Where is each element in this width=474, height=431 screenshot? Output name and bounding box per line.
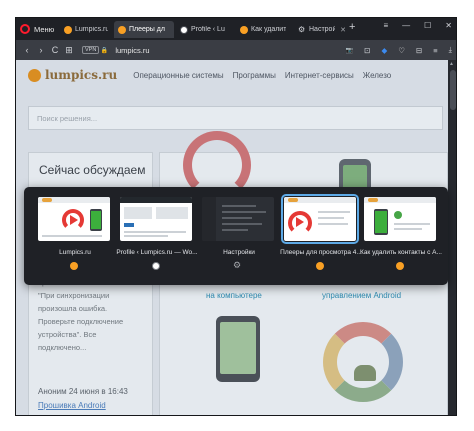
google-android-logo-image — [323, 322, 403, 402]
tab-title: Profile ‹ Lu — [191, 26, 225, 33]
tab-cycler-item[interactable]: Как удалить контакты с A... — [360, 197, 442, 270]
tab-title: Lumpics.ru — [75, 26, 108, 33]
comment-line: подключено... — [38, 343, 87, 352]
snapshot-icon[interactable]: ⊡ — [364, 46, 370, 55]
opera-menu-button[interactable]: Меню — [20, 21, 54, 37]
tab-cycler-item[interactable]: Настройки ⚙ — [202, 197, 276, 270]
article-caption-left[interactable]: на компьютере — [206, 291, 262, 300]
comment-text: проблемы возникли "При синхронизации про… — [38, 276, 146, 354]
tab-cycler-item-selected[interactable]: Плееры для просмотра 4... — [280, 194, 362, 270]
address-actions: 📷 ⊡ ◆ ♡ ⊟ ≡ ⤓ — [346, 45, 452, 55]
site-search-input[interactable]: Поиск решения... — [28, 106, 443, 130]
site-logo[interactable]: lumpics.ru — [28, 68, 117, 82]
site-nav: Операционные системы Программы Интернет-… — [133, 71, 391, 80]
back-icon[interactable]: ‹ — [20, 45, 34, 55]
tab-players[interactable]: Плееры дл — [114, 21, 174, 38]
comment-article-link[interactable]: Прошивка Android — [38, 401, 106, 410]
phone-diagnostics-image — [216, 316, 260, 382]
reload-icon[interactable]: C — [48, 45, 62, 55]
vpn-badge[interactable]: VPN — [82, 46, 100, 54]
site-header: lumpics.ru Операционные системы Программ… — [16, 60, 448, 90]
android-robot-image — [354, 365, 376, 381]
tab-cycler-item[interactable]: Profile ‹ Lumpics.ru — Wo... — [116, 197, 198, 270]
lock-icon[interactable]: 🔒 — [99, 47, 109, 54]
tab-cycler-label: Profile ‹ Lumpics.ru — Wo... — [116, 249, 198, 256]
nav-hardware[interactable]: Железо — [363, 71, 391, 80]
tab-thumbnail — [38, 197, 110, 241]
scroll-up-icon[interactable]: ▲ — [449, 61, 454, 67]
bookmark-heart-icon[interactable]: ♡ — [398, 46, 405, 55]
easy-setup-icon[interactable]: ≡ — [433, 46, 437, 55]
tab-menu-icon[interactable]: ≡ — [383, 21, 388, 30]
comment-author-date: Аноним 24 июня в 16:43 — [38, 387, 128, 396]
orange-circle-icon — [70, 262, 78, 270]
page-scrollbar[interactable] — [448, 60, 456, 415]
gear-icon: ⚙ — [298, 25, 306, 34]
tab-strip: Меню Lumpics.ru Плееры дл Profile ‹ Lu К… — [16, 18, 456, 40]
speed-dial-icon[interactable]: ⊞ — [62, 45, 76, 56]
tab-title: Плееры дл — [129, 26, 165, 33]
tab-cycler-label: Как удалить контакты с A... — [360, 249, 442, 256]
address-bar: ‹ › C ⊞ VPN 🔒 lumpics.ru 📷 ⊡ ◆ ♡ ⊟ ≡ ⤓ — [16, 40, 456, 60]
tab-thumbnail — [202, 197, 274, 241]
tab-cycler-item[interactable]: Lumpics.ru — [38, 197, 112, 270]
url-field[interactable]: lumpics.ru — [115, 46, 149, 55]
orange-circle-icon — [396, 262, 404, 270]
new-tab-button[interactable]: + — [349, 21, 355, 33]
article-caption-right[interactable]: управлением Android — [322, 291, 401, 300]
gear-icon: ⚙ — [233, 260, 242, 270]
minimize-icon[interactable]: — — [402, 21, 410, 30]
wordpress-icon — [180, 25, 188, 34]
logo-ball-icon — [28, 68, 41, 82]
tab-delete-contacts[interactable]: Как удалит — [236, 21, 292, 38]
menu-label: Меню — [34, 24, 55, 34]
scrollbar-thumb[interactable] — [450, 70, 456, 110]
comment-line: Проверьте подключение — [38, 317, 124, 326]
orange-circle-icon — [240, 25, 248, 34]
tab-cycler-popup: Lumpics.ru Profile ‹ Lumpics.ru — Wo... … — [24, 187, 448, 285]
window-controls: ≡ — ☐ ✕ — [383, 21, 452, 30]
download-icon[interactable]: ⤓ — [449, 45, 452, 55]
tab-settings[interactable]: ⚙ Настройки ✕ — [294, 21, 350, 38]
close-tab-icon[interactable]: ✕ — [340, 26, 346, 34]
nav-internet[interactable]: Интернет-сервисы — [285, 71, 354, 80]
orange-circle-icon — [118, 25, 126, 34]
tab-cycler-label: Настройки — [223, 249, 255, 256]
comment-line: "При синхронизации — [38, 291, 110, 300]
comment-line: устройства". Все — [38, 330, 97, 339]
tab-lumpics[interactable]: Lumpics.ru — [60, 21, 112, 38]
logo-text: lumpics.ru — [45, 68, 118, 82]
nav-programs[interactable]: Программы — [233, 71, 276, 80]
tab-title: Настройки — [309, 26, 335, 33]
tab-thumbnail — [120, 197, 192, 241]
wordpress-icon — [152, 262, 160, 270]
extensions-icon[interactable]: ⊟ — [416, 46, 422, 55]
tab-cycler-label: Lumpics.ru — [59, 249, 91, 256]
nav-os[interactable]: Операционные системы — [133, 71, 223, 80]
camera-icon[interactable]: 📷 — [346, 47, 353, 54]
tab-cycler-label: Плееры для просмотра 4... — [280, 249, 362, 256]
tab-thumbnail — [364, 197, 436, 241]
orange-circle-icon — [64, 25, 72, 34]
comment-line: произошла ошибка. — [38, 304, 108, 313]
adblock-shield-icon[interactable]: ◆ — [381, 46, 387, 55]
tab-thumbnail — [281, 194, 359, 244]
discussion-title: Сейчас обсуждаем — [39, 163, 146, 177]
maximize-icon[interactable]: ☐ — [424, 21, 431, 30]
close-window-icon[interactable]: ✕ — [445, 21, 452, 30]
forward-icon[interactable]: › — [34, 45, 48, 55]
opera-logo-icon — [20, 24, 30, 34]
tab-title: Как удалит — [251, 26, 287, 33]
orange-circle-icon — [316, 262, 324, 270]
tab-profile[interactable]: Profile ‹ Lu — [176, 21, 234, 38]
